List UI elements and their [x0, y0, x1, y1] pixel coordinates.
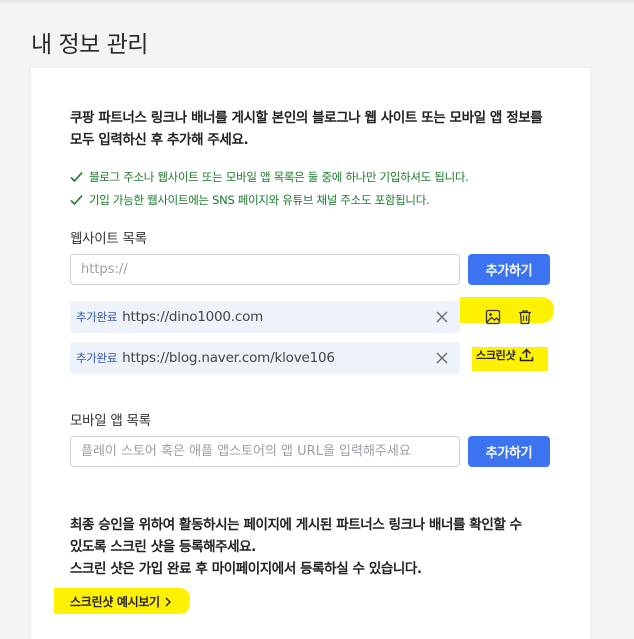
close-icon[interactable]: [436, 311, 448, 323]
intro-line-1: 쿠팡 파트너스 링크나 배너를 게시할 본인의 블로그나 웹 사이트 또는 모바…: [70, 110, 543, 126]
preview-link-label: 스크린샷 예시보기: [70, 595, 160, 609]
note-text: 블로그 주소나 웹사이트 또는 모바일 앱 목록은 둘 중에 하나만 기입하셔도…: [89, 170, 469, 184]
highlight-mark: [460, 297, 554, 323]
screenshot-upload-button[interactable]: 스크린샷: [476, 347, 534, 363]
status-badge: 추가완료: [76, 310, 118, 324]
check-icon: [70, 194, 83, 206]
screenshot-preview-link[interactable]: 스크린샷 예시보기: [70, 593, 171, 610]
website-url: https://blog.naver.com/klove106: [122, 350, 335, 366]
website-url: https://dino1000.com: [122, 309, 264, 325]
mobile-section-label: 모바일 앱 목록: [70, 413, 151, 429]
note-item: 기입 가능한 웹사이트에는 SNS 페이지와 유튜브 채널 주소도 포함됩니다.: [70, 192, 570, 208]
intro-line-2: 모두 입력하신 후 추가해 주세요.: [70, 132, 249, 148]
instruction-line-1: 최종 승인을 위하여 활동하시는 페이지에 게시된 파트너스 링크나 배너를 확…: [70, 517, 522, 533]
website-list-item: 추가완료 https://blog.naver.com/klove106: [70, 342, 460, 374]
mobile-app-url-input[interactable]: [70, 436, 460, 467]
intro-text: 쿠팡 파트너스 링크나 배너를 게시할 본인의 블로그나 웹 사이트 또는 모바…: [70, 107, 560, 151]
trash-icon[interactable]: [517, 309, 533, 325]
note-item: 블로그 주소나 웹사이트 또는 모바일 앱 목록은 둘 중에 하나만 기입하셔도…: [70, 169, 570, 185]
website-url-input[interactable]: [70, 254, 460, 285]
image-icon[interactable]: [485, 309, 501, 325]
instruction-line-3: 스크린 샷은 가입 완료 후 마이페이지에서 등록하실 수 있습니다.: [70, 561, 422, 577]
instruction-line-2: 있도록 스크린 샷을 등록해주세요.: [70, 539, 256, 555]
status-badge: 추가완료: [76, 351, 118, 365]
screenshot-label: 스크린샷: [476, 349, 516, 362]
page-title: 내 정보 관리: [31, 32, 148, 58]
chevron-right-icon: [165, 597, 171, 606]
add-mobile-app-button[interactable]: 추가하기: [468, 436, 550, 467]
close-icon[interactable]: [436, 352, 448, 364]
note-text: 기입 가능한 웹사이트에는 SNS 페이지와 유튜브 채널 주소도 포함됩니다.: [89, 193, 430, 207]
add-website-button[interactable]: 추가하기: [468, 254, 550, 285]
info-card: 쿠팡 파트너스 링크나 배너를 게시할 본인의 블로그나 웹 사이트 또는 모바…: [31, 68, 590, 639]
screenshot-instructions: 최종 승인을 위하여 활동하시는 페이지에 게시된 파트너스 링크나 배너를 확…: [70, 514, 565, 580]
website-list-item: 추가완료 https://dino1000.com: [70, 301, 460, 333]
website-section-label: 웹사이트 목록: [70, 231, 147, 247]
upload-icon: [520, 348, 534, 362]
check-icon: [70, 171, 83, 183]
top-bar: [0, 0, 634, 4]
